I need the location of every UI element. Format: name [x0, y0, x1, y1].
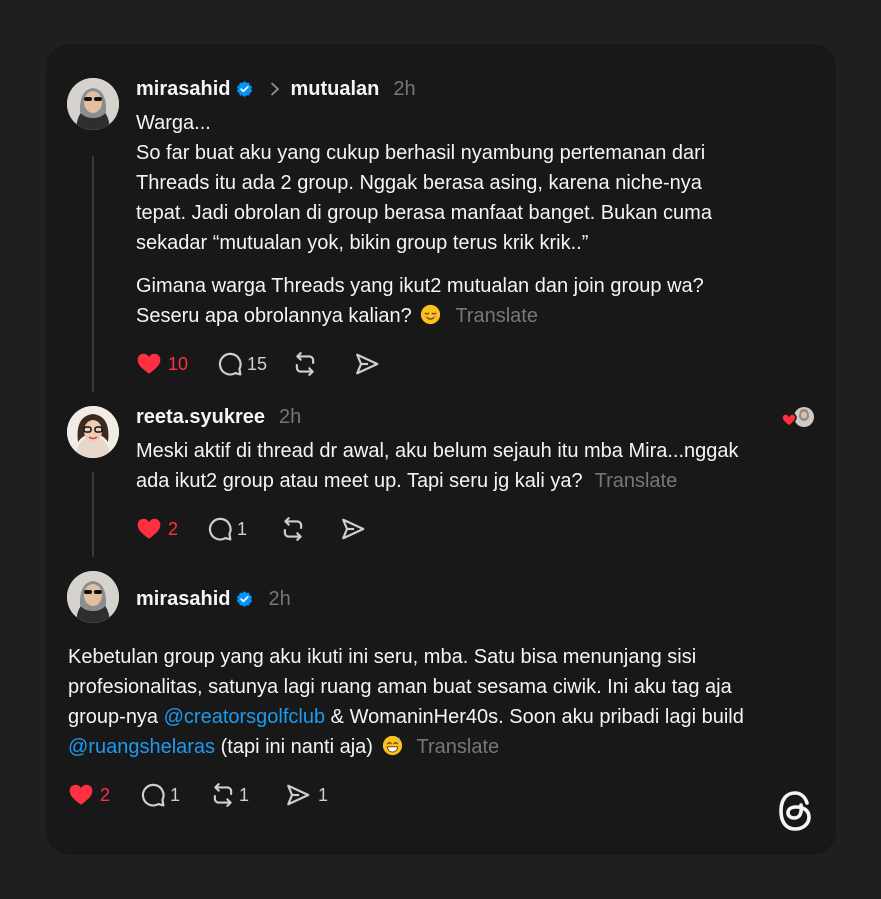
post-actions: 10 15	[136, 349, 380, 379]
timestamp: 2h	[278, 405, 302, 428]
post-text: (tapi ini nanti aja)	[215, 736, 373, 758]
reply-participants	[780, 406, 816, 430]
translate-link[interactable]: Translate	[595, 470, 678, 492]
post-body: Kebetulan group yang aku ikuti ini seru,…	[68, 642, 744, 762]
share-count: 1	[318, 784, 329, 805]
post-header: mirasahid mutualan 2h	[136, 74, 416, 104]
comment-icon	[217, 351, 243, 377]
reply-button[interactable]: 1	[207, 516, 247, 542]
share-icon	[285, 782, 311, 808]
repost-button[interactable]: 1	[210, 782, 249, 808]
reply-button[interactable]: 1	[140, 782, 180, 808]
like-button[interactable]: 2	[68, 782, 110, 808]
reply-count: 1	[170, 784, 181, 805]
post-text-line: Gimana warga Threads yang ikut2 mutualan…	[136, 275, 704, 297]
mention-link[interactable]: @ruangshelaras	[68, 736, 215, 758]
reply-count: 15	[247, 353, 268, 374]
thread-connector-line	[92, 472, 94, 557]
share-icon	[340, 516, 366, 542]
username[interactable]: mirasahid	[136, 588, 230, 611]
username[interactable]: reeta.syukree	[136, 406, 265, 429]
verified-badge-icon	[235, 80, 254, 99]
heart-icon	[136, 351, 162, 377]
post-actions: 2 1	[136, 514, 366, 544]
chevron-right-icon	[271, 82, 280, 96]
avatar-reeta-syukree[interactable]	[67, 406, 119, 458]
repost-button[interactable]	[280, 516, 306, 542]
post-body: Meski aktif di thread dr awal, aku belum…	[136, 436, 739, 496]
mention-link[interactable]: @creatorsgolfclub	[164, 706, 325, 728]
post-text: & WomaninHer40s. Soon aku pribadi lagi b…	[325, 706, 744, 728]
post-text-line: profesionalitas, satunya lagi ruang aman…	[68, 676, 732, 698]
post-text-line: ada ikut2 group atau meet up. Tapi seru …	[136, 466, 739, 496]
like-button[interactable]: 10	[136, 351, 188, 377]
comment-icon	[207, 516, 233, 542]
share-icon	[354, 351, 380, 377]
post-text: group-nya	[68, 706, 164, 728]
post-text-line: sekadar “mutualan yok, bikin group terus…	[136, 232, 589, 254]
timestamp: 2h	[393, 77, 416, 100]
share-button[interactable]	[354, 351, 380, 377]
post-text-line: Meski aktif di thread dr awal, aku belum…	[136, 440, 739, 462]
share-button[interactable]: 1	[285, 782, 328, 808]
avatar-mirasahid[interactable]	[67, 571, 119, 623]
avatar-mirasahid[interactable]	[67, 78, 119, 130]
relieved-face-emoji-icon	[420, 304, 441, 325]
like-button[interactable]: 2	[136, 516, 178, 542]
post-body: Warga... So far buat aku yang cukup berh…	[136, 108, 712, 331]
post-text-line: Warga...	[136, 112, 211, 134]
reply-count: 1	[237, 518, 248, 539]
grinning-sweat-emoji-icon	[382, 735, 403, 756]
repost-icon	[210, 782, 236, 808]
heart-icon	[136, 516, 162, 542]
reply-button[interactable]: 15	[217, 351, 267, 377]
like-count: 2	[168, 518, 179, 539]
translate-link[interactable]: Translate	[455, 305, 538, 327]
repost-icon	[292, 351, 318, 377]
liked-by-author-icon	[781, 407, 814, 427]
repost-button[interactable]	[292, 351, 318, 377]
comment-icon	[140, 782, 166, 808]
like-count: 2	[100, 784, 111, 805]
post-text: Seseru apa obrolannya kalian?	[136, 305, 412, 327]
post-text-line: Kebetulan group yang aku ikuti ini seru,…	[68, 646, 697, 668]
topic-tag[interactable]: mutualan	[290, 78, 379, 101]
post-text-line: Seseru apa obrolannya kalian? Translate	[136, 301, 712, 331]
translate-link[interactable]: Translate	[417, 736, 500, 758]
heart-icon	[68, 782, 94, 808]
post-header: mirasahid 2h	[136, 584, 291, 614]
repost-icon	[280, 516, 306, 542]
post-text-line: tepat. Jadi obrolan di group berasa manf…	[136, 202, 712, 224]
share-button[interactable]	[340, 516, 366, 542]
post-text: ada ikut2 group atau meet up. Tapi seru …	[136, 470, 583, 492]
post-text-line: @ruangshelaras (tapi ini nanti aja) Tran…	[68, 732, 744, 762]
post-actions: 2 1 1 1	[68, 780, 328, 810]
timestamp: 2h	[268, 587, 291, 610]
username[interactable]: mirasahid	[136, 78, 230, 101]
repost-count: 1	[239, 784, 250, 805]
post-text-line: group-nya @creatorsgolfclub & WomaninHer…	[68, 702, 744, 732]
post-text-line: So far buat aku yang cukup berhasil nyam…	[136, 142, 706, 164]
threads-logo-icon[interactable]	[776, 789, 816, 833]
thread-connector-line	[92, 156, 94, 392]
verified-badge-icon	[235, 590, 254, 609]
post-header: reeta.syukree 2h	[136, 402, 301, 432]
post-text-line: Threads itu ada 2 group. Nggak berasa as…	[136, 172, 702, 194]
like-count: 10	[168, 353, 189, 374]
